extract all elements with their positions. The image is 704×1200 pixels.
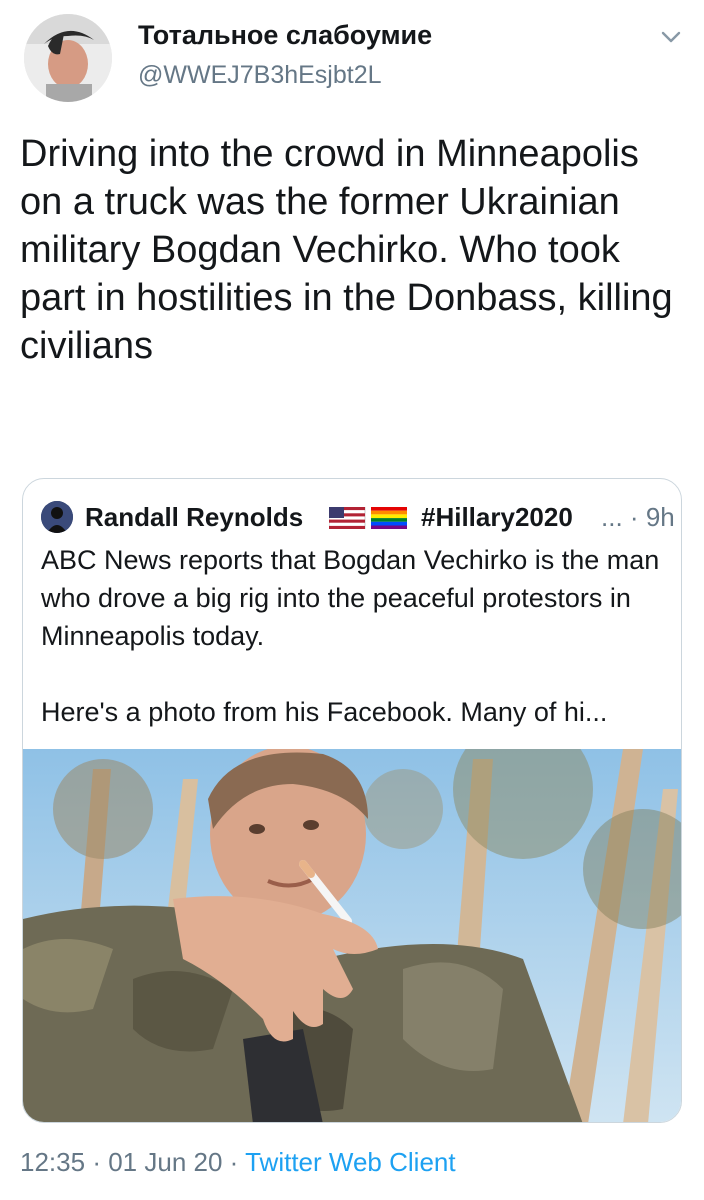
tweet-text: Driving into the crowd in Minneapolis on… <box>20 133 684 367</box>
footer-separator: · <box>92 1147 101 1177</box>
tweet-time[interactable]: 12:35 <box>20 1147 85 1177</box>
quoted-author-avatar[interactable] <box>41 501 73 533</box>
author-display-name[interactable]: Тотальное слабоумие <box>138 18 432 52</box>
footer-separator: · <box>229 1147 239 1177</box>
quoted-time[interactable]: 9h <box>646 502 675 532</box>
us-flag-rainbow-flag-icon <box>329 507 407 529</box>
quoted-author-name[interactable]: Randall Reynolds <box>85 499 303 535</box>
photo-image <box>23 719 681 1122</box>
tweet-date[interactable]: 01 Jun 20 <box>108 1147 222 1177</box>
quoted-meta: ... · 9h <box>601 499 675 535</box>
profile-avatar-icon <box>24 14 112 102</box>
author-handle[interactable]: @WWEJ7B3hEsjbt2L <box>138 58 432 92</box>
author-avatar[interactable] <box>24 14 112 102</box>
quoted-separator: · <box>629 502 639 532</box>
quoted-hashtag: #Hillary2020 <box>421 502 573 532</box>
tweet-footer: 12:35 · 01 Jun 20 · Twitter Web Client <box>20 1142 456 1182</box>
chevron-down-icon[interactable] <box>658 24 684 50</box>
tweet-header: Тотальное слабоумие @WWEJ7B3hEsjbt2L <box>20 12 690 112</box>
quoted-tweet-text: ABC News reports that Bogdan Vechirko is… <box>41 545 660 727</box>
quoted-tweet[interactable]: Randall Reynolds #Hillary2020 ... · 9h A… <box>22 478 682 1123</box>
quoted-tweet-photo[interactable] <box>23 719 681 1122</box>
quoted-ellipsis: ... <box>601 502 623 532</box>
tweet-client-link[interactable]: Twitter Web Client <box>245 1147 455 1177</box>
quoted-tweet-header: Randall Reynolds #Hillary2020 ... · 9h <box>41 499 675 535</box>
